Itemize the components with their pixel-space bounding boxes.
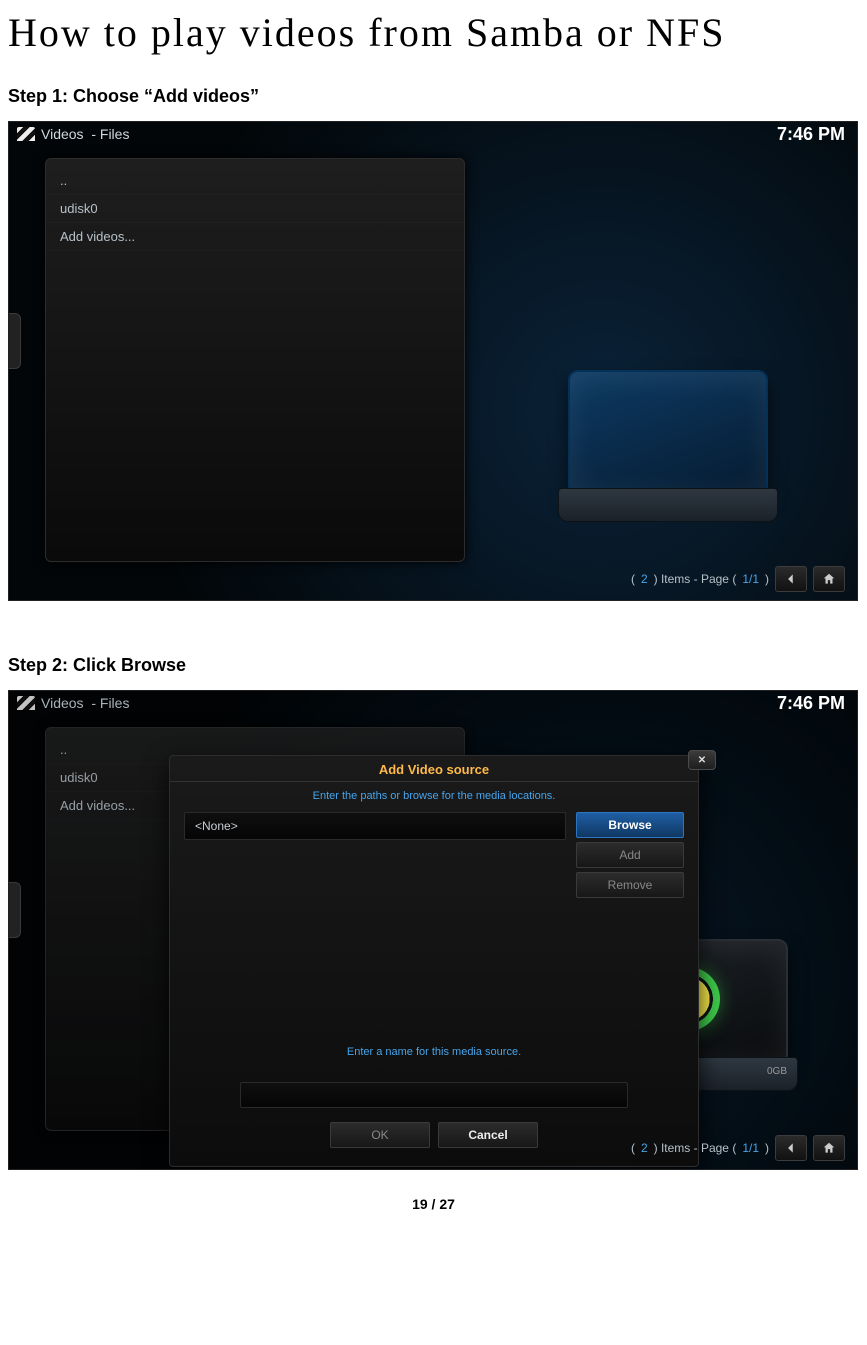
pager: (2) Items - Page (1/1)	[631, 566, 845, 592]
list-item[interactable]: udisk0	[46, 195, 464, 223]
dialog-title: Add Video source ✕	[170, 756, 698, 782]
pager-text: ) Items - Page (	[654, 572, 737, 586]
breadcrumb-section: Videos	[41, 695, 84, 711]
source-path-field[interactable]: <None>	[184, 812, 566, 840]
step-1-heading: Step 1: Choose “Add videos”	[0, 74, 867, 121]
clock-label: 7:46 PM	[777, 124, 845, 145]
source-name-field[interactable]	[240, 1082, 628, 1108]
browse-button[interactable]: Browse	[576, 812, 684, 838]
breadcrumb-section: Videos	[41, 126, 84, 142]
pager: (2) Items - Page (1/1)	[631, 1135, 845, 1161]
add-video-source-dialog: Add Video source ✕ Enter the paths or br…	[169, 755, 699, 1167]
page-number: 19 / 27	[0, 1170, 867, 1212]
screenshot-2: Videos - Files 7:46 PM .. udisk0 Add vid…	[8, 690, 858, 1170]
file-panel: .. udisk0 Add videos...	[45, 158, 465, 562]
clapperboard-icon	[17, 127, 35, 141]
step-2-heading: Step 2: Click Browse	[0, 643, 867, 690]
breadcrumb-sub: - Files	[91, 695, 129, 711]
dialog-hint-name: Enter a name for this media source.	[170, 1038, 698, 1068]
back-button[interactable]	[775, 566, 807, 592]
clapperboard-icon	[17, 696, 35, 710]
pager-count: 2	[641, 572, 648, 586]
close-button[interactable]: ✕	[688, 750, 716, 770]
list-item[interactable]: ..	[46, 167, 464, 195]
list-item[interactable]: Add videos...	[46, 223, 464, 251]
clock-label: 7:46 PM	[777, 693, 845, 714]
side-tab[interactable]	[8, 882, 21, 938]
cancel-button[interactable]: Cancel	[438, 1122, 538, 1148]
back-button[interactable]	[775, 1135, 807, 1161]
remove-button[interactable]: Remove	[576, 872, 684, 898]
breadcrumb: Videos - Files	[9, 122, 857, 146]
breadcrumb: Videos - Files	[9, 691, 857, 715]
breadcrumb-sub: - Files	[91, 126, 129, 142]
add-button[interactable]: Add	[576, 842, 684, 868]
pager-frac: 1/1	[742, 1141, 759, 1155]
side-tab[interactable]	[8, 313, 21, 369]
pager-text: ) Items - Page (	[654, 1141, 737, 1155]
pager-frac: 1/1	[742, 572, 759, 586]
drive-icon	[553, 370, 783, 540]
screenshot-1: Videos - Files 7:46 PM .. udisk0 Add vid…	[8, 121, 858, 601]
dialog-hint-paths: Enter the paths or browse for the media …	[170, 782, 698, 812]
ok-button[interactable]: OK	[330, 1122, 430, 1148]
page-title: How to play videos from Samba or NFS	[0, 0, 867, 74]
home-button[interactable]	[813, 566, 845, 592]
home-button[interactable]	[813, 1135, 845, 1161]
pager-count: 2	[641, 1141, 648, 1155]
